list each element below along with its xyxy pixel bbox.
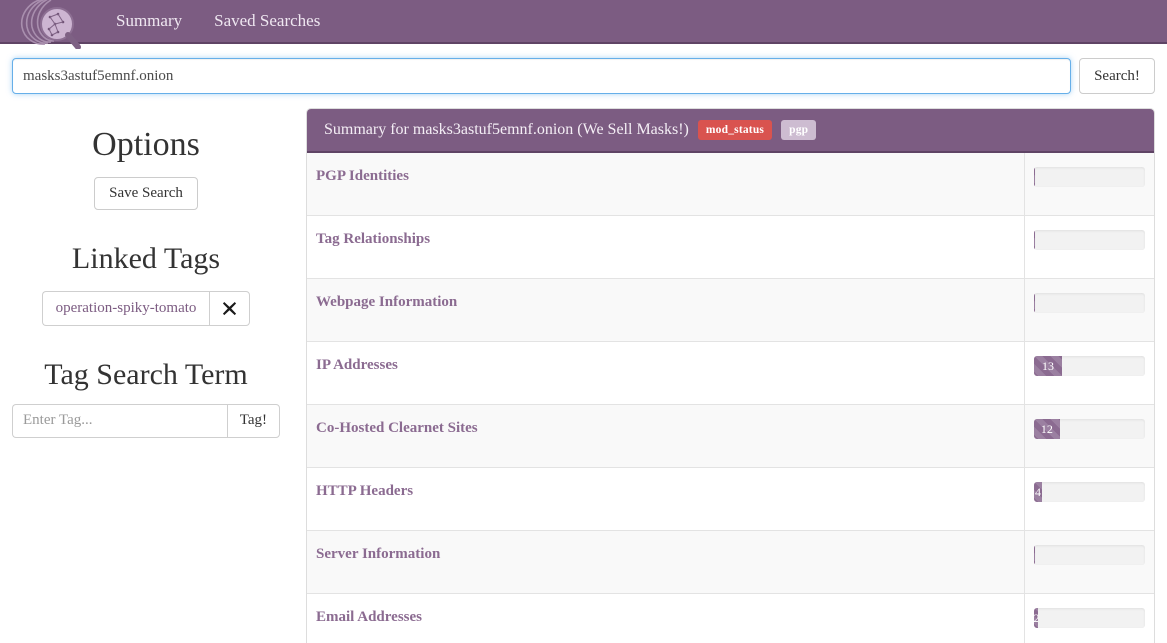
summary-panel: Summary for masks3astuf5emnf.onion (We S… [306,108,1155,643]
table-row: Webpage Information [307,278,1154,342]
search-input[interactable] [12,58,1071,94]
count-progress-track [1033,230,1145,250]
status-badge-mod-status[interactable]: mod_status [697,120,773,140]
nav-link-summary[interactable]: Summary [100,5,198,37]
linked-tags-heading: Linked Tags [71,241,221,275]
count-progress-track: 12 [1033,419,1145,439]
table-row: IP Addresses 13 [307,341,1154,405]
count-progress-track: 4 [1033,482,1145,502]
summary-panel-header: Summary for masks3astuf5emnf.onion (We S… [307,109,1154,153]
table-cell-count: 4 [1024,468,1154,531]
count-progress-bar [1033,293,1035,313]
top-navbar: Summary Saved Searches [0,0,1167,49]
table-cell-label: HTTP Headers [307,467,1025,531]
table-cell-count [1024,216,1154,279]
table-row: Server Information [307,530,1154,594]
tag-search-heading: Tag Search Term [44,358,248,391]
count-progress-bar [1033,167,1035,187]
site-logo[interactable] [0,0,100,49]
table-row: PGP Identities [307,153,1154,216]
close-x-icon[interactable] [209,291,251,326]
table-row: Email Addresses 2 [307,593,1154,643]
summary-row-link[interactable]: Webpage Information [316,294,457,310]
page-body: Options Save Search Linked Tags operatio… [0,94,1167,643]
count-progress-bar [1033,545,1035,565]
table-cell-label: Co-Hosted Clearnet Sites [307,404,1025,468]
table-row: Co-Hosted Clearnet Sites 12 [307,404,1154,468]
table-row: HTTP Headers 4 [307,467,1154,531]
summary-row-link[interactable]: Tag Relationships [316,231,430,247]
summary-row-link[interactable]: PGP Identities [316,168,409,184]
status-badge-pgp[interactable]: pgp [781,120,817,140]
nav-link-saved-searches[interactable]: Saved Searches [198,5,336,37]
tag-search-input[interactable] [12,403,227,438]
page-title: Summary for masks3astuf5emnf.onion (We S… [324,121,689,138]
table-row: Tag Relationships [307,215,1154,279]
count-progress-bar [1033,230,1035,250]
table-cell-label: PGP Identities [307,153,1025,216]
onion-magnifier-logo-icon [20,0,81,49]
table-cell-count: 12 [1024,405,1154,468]
tag-search-group: Tag! [12,403,280,438]
table-cell-count [1024,279,1154,342]
table-cell-count [1024,531,1154,594]
summary-row-link[interactable]: Server Information [316,546,440,562]
count-progress-track [1033,545,1145,565]
table-cell-label: IP Addresses [307,341,1025,405]
main-content: Summary for masks3astuf5emnf.onion (We S… [306,108,1155,643]
table-cell-count: 13 [1024,342,1154,405]
sidebar: Options Save Search Linked Tags operatio… [12,108,280,438]
summary-table: PGP Identities Tag Relationships Webpage I… [307,153,1154,643]
count-progress-bar: 4 [1033,482,1043,502]
nav-links: Summary Saved Searches [100,5,336,37]
close-x-glyph [223,301,237,315]
table-cell-label: Server Information [307,530,1025,594]
table-cell-count: 2 [1024,594,1154,643]
count-progress-track [1033,167,1145,187]
count-progress-bar: 2 [1033,608,1038,628]
table-cell-label: Webpage Information [307,278,1025,342]
summary-row-link[interactable]: Co-Hosted Clearnet Sites [316,420,478,436]
count-progress-track: 2 [1033,608,1145,628]
save-search-button[interactable]: Save Search [94,176,198,210]
count-progress-track [1033,293,1145,313]
table-cell-count [1024,153,1154,216]
table-cell-label: Email Addresses [307,593,1025,643]
count-progress-track: 13 [1033,356,1145,376]
tag-submit-button[interactable]: Tag! [226,403,280,438]
search-row: Search! [0,44,1167,94]
summary-row-link[interactable]: Email Addresses [316,609,422,625]
search-button[interactable]: Search! [1079,58,1155,94]
linked-tag-item: operation-spiky-tomato [41,291,251,326]
options-heading: Options [92,126,200,163]
linked-tag-label[interactable]: operation-spiky-tomato [41,291,210,326]
summary-row-link[interactable]: HTTP Headers [316,483,413,499]
table-cell-label: Tag Relationships [307,215,1025,279]
summary-row-link[interactable]: IP Addresses [316,357,398,373]
count-progress-bar: 12 [1033,419,1061,439]
count-progress-bar: 13 [1033,356,1063,376]
